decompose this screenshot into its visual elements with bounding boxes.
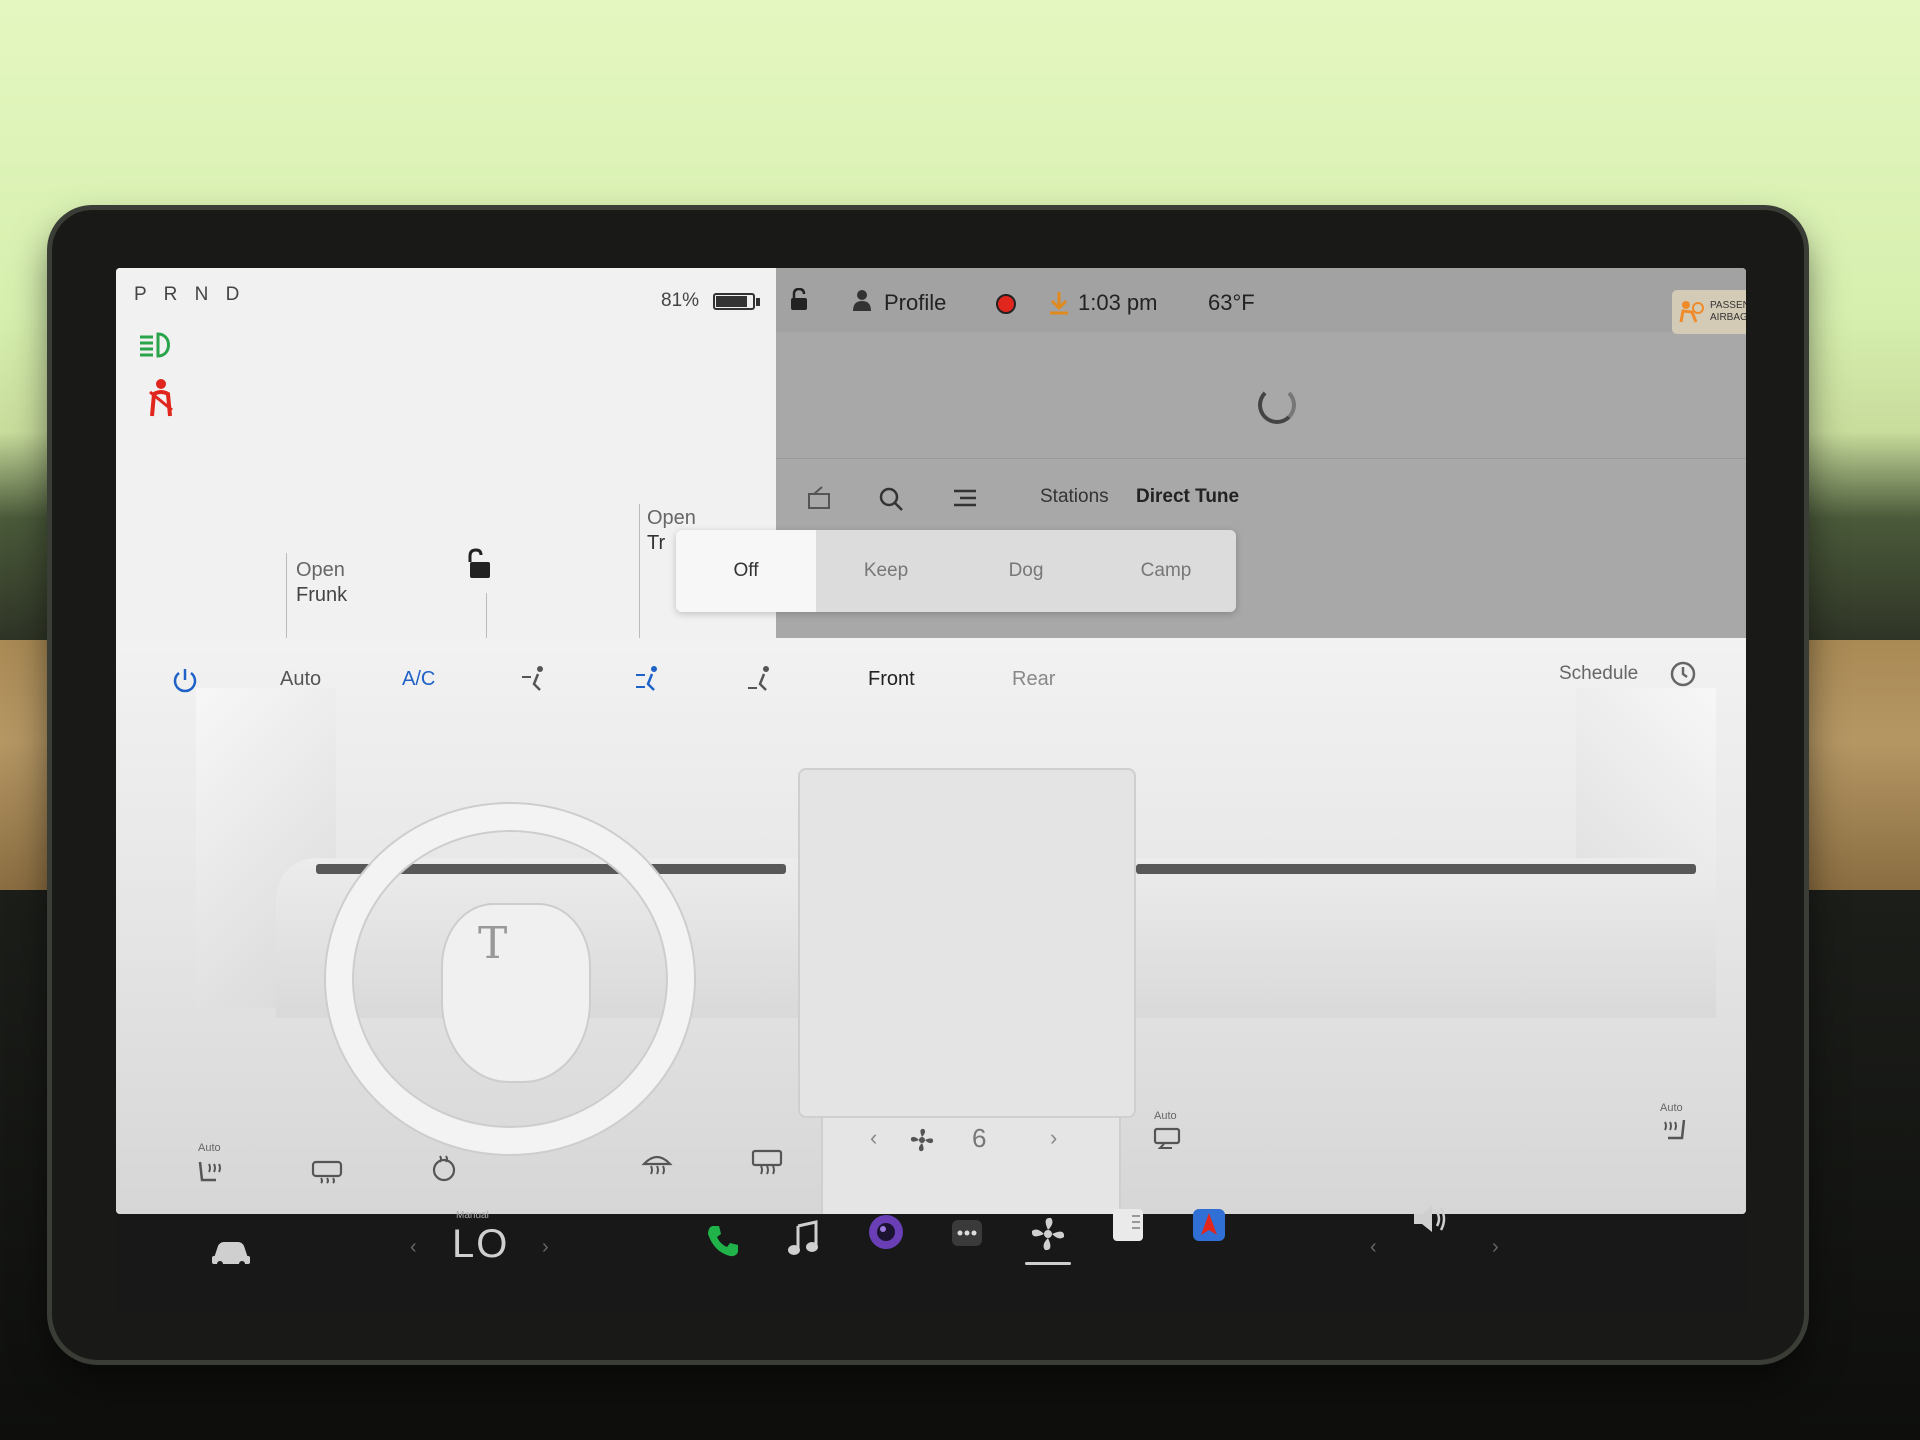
driver-seat-heater-icon[interactable] [196, 1158, 226, 1191]
fan-decrease-button[interactable]: ‹ [870, 1125, 877, 1151]
fan-icon [908, 1126, 936, 1159]
passenger-seat-auto-label: Auto [1660, 1102, 1683, 1114]
dashcam-record-icon[interactable] [996, 294, 1016, 314]
touchscreen: P R N D 81% Open Frunk Open Tr Profile 1… [116, 268, 1746, 1214]
car-icon[interactable] [210, 1238, 252, 1273]
battery-terminal [756, 298, 760, 306]
cabin-temp-value[interactable]: LO [452, 1222, 509, 1267]
battery-percent: 81% [661, 290, 700, 311]
keeper-option-keep[interactable]: Keep [816, 530, 956, 612]
playlist-icon[interactable] [952, 486, 978, 515]
front-defrost-icon[interactable] [640, 1148, 674, 1181]
search-icon[interactable] [878, 486, 904, 517]
frunk-label-line2: Frunk [296, 584, 348, 606]
climate-power-icon[interactable] [170, 666, 200, 701]
trunk-callout-line [639, 504, 640, 638]
loading-spinner-icon [1258, 386, 1296, 424]
temp-increase-button[interactable]: › [542, 1236, 549, 1259]
recirculation-auto-label: Auto [1154, 1110, 1177, 1122]
seat-heater-auto-label: Auto [198, 1142, 221, 1154]
dock-bar [116, 1214, 1746, 1314]
keeper-option-dog[interactable]: Dog [956, 530, 1096, 612]
profile-button[interactable]: Profile [884, 290, 946, 316]
center-screen-illustration [798, 768, 1136, 1118]
open-frunk-button[interactable]: Open Frunk [296, 558, 347, 608]
passenger-airbag-status: PASSENGER AIRBAG OFF [1672, 290, 1746, 334]
ac-button[interactable]: A/C [402, 668, 435, 691]
volume-decrease-button[interactable]: ‹ [1370, 1236, 1377, 1259]
gear-indicator: P R N D [134, 284, 246, 305]
temp-decrease-button[interactable]: ‹ [410, 1236, 417, 1259]
fan-icon[interactable] [1028, 1214, 1068, 1259]
airflow-face-feet-icon[interactable] [634, 664, 664, 697]
media-source-icon[interactable] [806, 486, 832, 515]
outside-temperature: 63°F [1208, 290, 1255, 315]
active-app-indicator [1025, 1262, 1071, 1265]
recirculation-icon[interactable] [1152, 1126, 1182, 1157]
schedule-button[interactable]: Schedule [1559, 663, 1638, 685]
notes-icon[interactable] [1110, 1206, 1146, 1249]
media-tab-direct-tune[interactable]: Direct Tune [1136, 486, 1239, 508]
fan-speed-value: 6 [972, 1123, 987, 1153]
tesla-logo-icon: T [478, 918, 508, 969]
lock-status-icon[interactable] [788, 287, 810, 317]
temp-mode-label: Manual [456, 1210, 489, 1221]
music-icon[interactable] [786, 1220, 820, 1263]
camera-icon[interactable] [866, 1212, 906, 1257]
trunk-label-line1: Open [647, 507, 696, 529]
rear-window-defrost-icon[interactable] [750, 1148, 784, 1181]
door-lock-icon[interactable] [462, 548, 494, 587]
climate-keeper-selector: Off Keep Dog Camp [676, 530, 1236, 612]
airbag-label-line1: PASSENGER [1710, 300, 1746, 311]
frunk-label-line1: Open [296, 559, 345, 581]
headlight-icon [138, 330, 178, 365]
steering-wheel-heater-icon[interactable] [430, 1154, 458, 1187]
airflow-feet-icon[interactable] [746, 664, 776, 697]
airbag-icon [1678, 300, 1704, 328]
keeper-option-off[interactable]: Off [676, 530, 816, 612]
volume-increase-button[interactable]: › [1492, 1236, 1499, 1259]
passenger-seat-heater-icon[interactable] [1658, 1116, 1688, 1149]
navigation-icon[interactable] [1190, 1206, 1228, 1249]
keeper-option-camp[interactable]: Camp [1096, 530, 1236, 612]
phone-icon[interactable] [704, 1222, 742, 1265]
frunk-callout-line [286, 553, 287, 638]
climate-auto-button[interactable]: Auto [280, 668, 321, 691]
status-bar: Profile 1:03 pm 63°F [776, 268, 1746, 332]
software-update-icon[interactable] [1048, 290, 1070, 321]
zone-rear-tab[interactable]: Rear [1012, 668, 1055, 691]
lock-callout-line [486, 593, 487, 638]
battery-fill [716, 296, 747, 307]
steering-wheel-hub [441, 903, 591, 1083]
volume-icon[interactable] [1410, 1202, 1450, 1241]
airflow-face-icon[interactable] [520, 664, 550, 697]
fan-increase-button[interactable]: › [1050, 1125, 1057, 1151]
more-icon[interactable] [950, 1216, 984, 1255]
airbag-label-line2: AIRBAG [1710, 312, 1746, 323]
seatbelt-warning-icon [144, 378, 178, 423]
right-air-vent[interactable] [1136, 864, 1696, 874]
zone-front-tab[interactable]: Front [868, 668, 915, 691]
profile-icon[interactable] [851, 288, 873, 317]
clock-icon[interactable] [1669, 660, 1697, 693]
media-divider [776, 458, 1746, 459]
battery-icon [713, 293, 755, 310]
media-tab-stations[interactable]: Stations [1040, 486, 1109, 508]
clock: 1:03 pm [1078, 290, 1158, 315]
